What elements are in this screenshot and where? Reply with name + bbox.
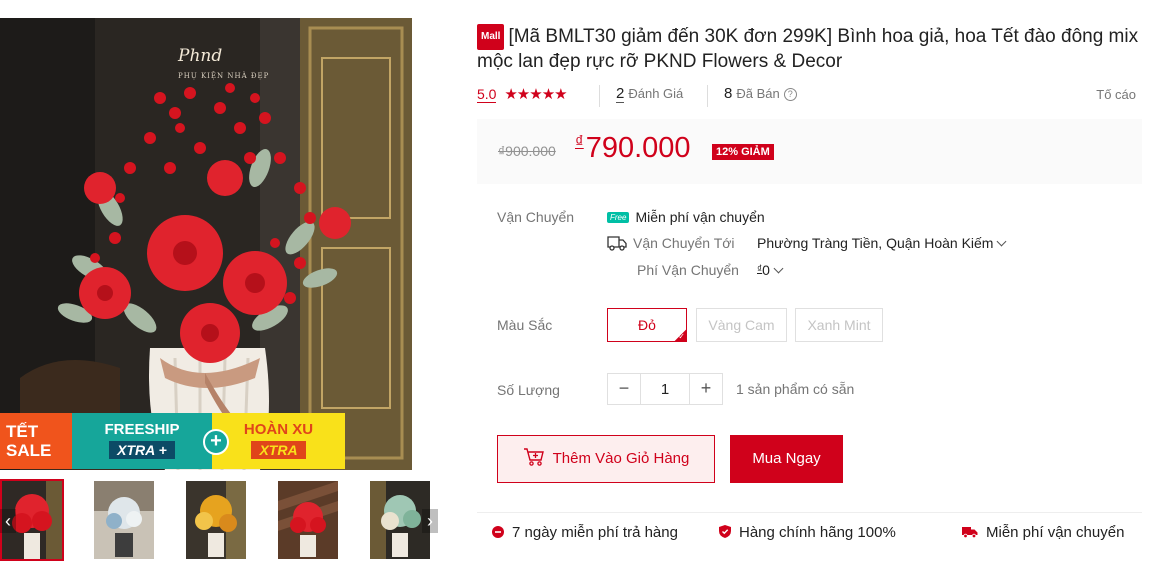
cart-icon (523, 440, 545, 486)
sold-count: 8 Đã Bán? (724, 85, 797, 102)
truck-icon (607, 235, 627, 254)
chevron-down-icon (773, 263, 784, 274)
ship-to-label: Vận Chuyển Tới (633, 235, 735, 251)
plus-icon: + (203, 429, 229, 455)
currency-symbol: ₫ (575, 132, 584, 151)
guarantee-bar: 7 ngày miễn phí trả hàng Hàng chính hãng… (477, 512, 1142, 556)
current-price-value: 790.000 (585, 132, 691, 164)
free-shipping-info: Free Miễn phí vận chuyển (607, 209, 765, 225)
quantity-label: Số Lượng (497, 382, 560, 398)
freeship-xtra-badge: FREESHIP XTRA + (72, 413, 212, 469)
brand-subtitle: PHỤ KIỆN NHÀ ĐẸP (178, 72, 270, 80)
color-option-label: Đỏ (638, 317, 656, 333)
add-to-cart-label: Thêm Vào Giỏ Hàng (552, 450, 690, 467)
shipping-label: Vận Chuyển (497, 209, 575, 225)
green-vase-thumbnail (370, 481, 430, 559)
product-info: Mall [Mã BMLT30 giảm đến 30K đơn 299K] Bì… (477, 24, 1142, 541)
check-icon: ✓ (678, 332, 685, 341)
original-price: ₫900.000 (498, 143, 556, 159)
price-section: ₫900.000 ₫790.000 12% GIẢM (477, 119, 1142, 184)
meta-divider (599, 85, 600, 107)
white-blue-vase-thumbnail (94, 481, 154, 559)
shipping-fee-row: Phí Vận Chuyển ₫0 (637, 262, 784, 278)
help-icon[interactable]: ? (783, 88, 797, 101)
tet-label: TẾT (6, 422, 39, 441)
thumbnail-strip: ‹ › (0, 479, 440, 561)
review-count-label: Đánh Giá (628, 86, 684, 101)
color-option-label: Xanh Mint (807, 317, 871, 333)
quantity-input[interactable] (640, 374, 690, 404)
thumbnail-2[interactable] (92, 479, 156, 561)
mall-badge: Mall (477, 24, 505, 50)
meta-divider (707, 85, 708, 107)
guarantee-free-return[interactable]: 7 ngày miễn phí trả hàng (492, 524, 678, 541)
color-option-red[interactable]: Đỏ ✓ (607, 308, 687, 342)
guarantee-authentic[interactable]: Hàng chính hãng 100% (719, 524, 896, 541)
flower-vase-photo (0, 18, 412, 470)
guarantee-free-shipping-text: Miễn phí vận chuyển (986, 524, 1125, 541)
delivery-truck-icon (962, 525, 978, 539)
ship-to-address: Phường Tràng Tiền, Quận Hoàn Kiếm (757, 235, 994, 251)
ship-to-row: Vận Chuyển Tới Phường Tràng Tiền, Quận H… (607, 235, 1007, 254)
color-option-mint[interactable]: Xanh Mint (795, 308, 883, 342)
promo-banner: TẾT SALE FREESHIP XTRA + HOÀN XU XTRA + (0, 413, 345, 469)
shipping-fee-label: Phí Vận Chuyển (637, 262, 739, 278)
sale-label: SALE (6, 441, 52, 460)
thumbnail-prev-arrow-icon[interactable]: ‹ (0, 509, 16, 533)
product-meta-bar: 5.0 ★★★★★ 2 Đánh Giá 8 Đã Bán? Tố cáo (477, 85, 1142, 107)
report-link[interactable]: Tố cáo (1096, 87, 1136, 102)
discount-badge: 12% GIẢM (712, 144, 774, 160)
chevron-down-icon (997, 236, 1007, 247)
shipping-fee-value: 0 (762, 262, 770, 278)
hoan-xu-xtra-label: XTRA (251, 441, 306, 459)
product-title: Mall [Mã BMLT30 giảm đến 30K đơn 299K] Bì… (477, 24, 1142, 74)
increase-quantity-button[interactable]: + (690, 374, 722, 404)
thumbnail-next-arrow-icon[interactable]: › (422, 509, 438, 533)
thumbnail-4[interactable] (276, 479, 340, 561)
rating-stars-icon: ★★★★★ (504, 86, 567, 103)
red-stairs-vase-thumbnail (278, 481, 338, 559)
product-main-image[interactable]: Phnd PHỤ KIỆN NHÀ ĐẸP (0, 18, 412, 470)
stock-available: 1 sản phẩm có sẵn (736, 381, 855, 397)
shield-icon (719, 525, 731, 538)
freeship-xtra-label: XTRA + (109, 441, 175, 459)
decrease-quantity-button[interactable]: − (608, 374, 640, 404)
color-option-label: Vàng Cam (708, 317, 775, 333)
free-shipping-icon: Free (607, 212, 630, 223)
guarantee-free-return-text: 7 ngày miễn phí trả hàng (512, 524, 678, 541)
buy-now-button[interactable]: Mua Ngay (730, 435, 843, 483)
freeship-label: FREESHIP (104, 421, 180, 438)
brand-logo: Phnd PHỤ KIỆN NHÀ ĐẸP (178, 46, 269, 80)
product-title-text: [Mã BMLT30 giảm đến 30K đơn 299K] Bình h… (477, 26, 1139, 72)
return-icon (492, 525, 504, 538)
tet-sale-badge: TẾT SALE (0, 413, 72, 469)
quantity-stepper: − + (607, 373, 723, 405)
review-count-number: 2 (616, 85, 625, 103)
sold-count-label: Đã Bán (736, 86, 780, 101)
gold-vase-thumbnail (186, 481, 246, 559)
add-to-cart-button[interactable]: Thêm Vào Giỏ Hàng (497, 435, 715, 483)
guarantee-free-shipping[interactable]: Miễn phí vận chuyển (962, 524, 1124, 541)
guarantee-authentic-text: Hàng chính hãng 100% (739, 524, 896, 541)
rating-value: 5.0 (477, 86, 497, 103)
color-label: Màu Sắc (497, 317, 553, 333)
sold-count-number: 8 (724, 85, 733, 102)
hoan-xu-xtra-badge: HOÀN XU XTRA (212, 413, 345, 469)
brand-name: Phnd (178, 46, 223, 66)
review-count[interactable]: 2 Đánh Giá (616, 85, 684, 103)
hoan-xu-label: HOÀN XU (243, 421, 314, 438)
free-shipping-text: Miễn phí vận chuyển (635, 209, 765, 225)
current-price: ₫790.000 (575, 132, 691, 165)
shipping-fee-dropdown[interactable]: ₫0 (757, 262, 784, 278)
ship-to-address-dropdown[interactable]: Phường Tràng Tiền, Quận Hoàn Kiếm (757, 235, 1007, 251)
thumbnail-3[interactable] (184, 479, 248, 561)
rating-summary[interactable]: 5.0 ★★★★★ (477, 85, 568, 103)
color-option-orange[interactable]: Vàng Cam (696, 308, 787, 342)
